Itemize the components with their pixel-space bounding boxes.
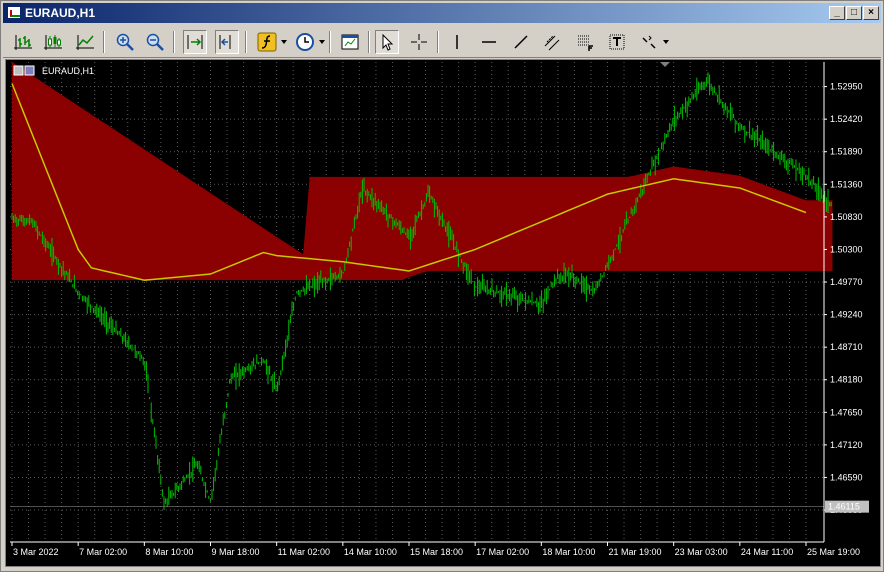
time-tick-label: 11 Mar 02:00	[278, 547, 330, 557]
arrows-icon	[642, 35, 656, 49]
current-price-tag: 1.46115	[825, 500, 869, 513]
text-icon	[609, 34, 625, 50]
time-tick-label: 7 Mar 02:00	[79, 547, 127, 557]
vertical-line-icon	[456, 35, 458, 49]
toolbar-separator	[245, 31, 247, 53]
clock-icon	[296, 33, 314, 51]
trendline-icon	[514, 35, 528, 49]
time-axis-labels: 3 Mar 2022 7 Mar 02:00 8 Mar 10:00 9 Mar 18…	[11, 542, 860, 557]
price-tick-label: 1.50830	[830, 212, 863, 222]
zoom-out-button[interactable]	[143, 30, 167, 54]
channel-icon	[544, 35, 560, 51]
cursor-icon	[382, 33, 394, 51]
symbol-window-icon	[13, 65, 24, 76]
zoom-in-button[interactable]	[113, 30, 137, 54]
toolbar-separator	[173, 31, 175, 53]
auto-scroll-button[interactable]	[183, 30, 207, 54]
title-bar[interactable]: EURAUD,H1 _ □ ×	[3, 3, 881, 23]
chart-grid	[10, 62, 824, 542]
price-tick-label: 1.49770	[830, 277, 863, 287]
indicators-icon	[257, 32, 277, 52]
symbol-label: EURAUD,H1	[13, 65, 94, 76]
chart-toolbar	[3, 26, 881, 58]
chart-shift-marker-icon	[660, 62, 670, 67]
cursor-button[interactable]	[375, 30, 399, 54]
line-chart-button[interactable]	[73, 30, 97, 54]
toolbar-separator	[329, 31, 331, 53]
crosshair-icon	[411, 34, 427, 50]
minimize-button[interactable]: _	[829, 6, 845, 20]
chart-window: EURAUD,H1 _ □ × 1.52950 1.52420 1.51890 …	[0, 0, 884, 572]
periods-button[interactable]	[293, 30, 317, 54]
time-tick-label: 21 Mar 19:00	[609, 547, 662, 557]
templates-icon	[341, 34, 359, 50]
horizontal-line-button[interactable]	[477, 30, 501, 54]
window-title: EURAUD,H1	[25, 6, 96, 20]
price-tick-label: 1.47650	[830, 407, 863, 417]
symbol-flag-icon	[24, 65, 35, 76]
price-tick-label: 1.52420	[830, 114, 863, 124]
time-tick-label: 3 Mar 2022	[13, 547, 59, 557]
auto-scroll-icon	[187, 35, 203, 49]
trendline-button[interactable]	[509, 30, 533, 54]
chart-shift-button[interactable]	[215, 30, 239, 54]
text-button[interactable]	[605, 30, 629, 54]
indicators-dropdown-icon[interactable]	[281, 40, 287, 44]
time-tick-label: 23 Mar 03:00	[675, 547, 728, 557]
candlestick-icon	[44, 35, 62, 50]
templates-button[interactable]	[338, 30, 362, 54]
time-tick-label: 24 Mar 11:00	[741, 547, 793, 557]
chart-area[interactable]: 1.52950 1.52420 1.51890 1.51360 1.50830 1.503…	[5, 59, 881, 567]
price-tick-label: 1.52950	[830, 82, 863, 92]
chart-window-icon	[7, 6, 21, 19]
periods-dropdown-icon[interactable]	[319, 40, 325, 44]
price-tick-label: 1.51890	[830, 147, 863, 157]
candlestick-chart-button[interactable]	[41, 30, 65, 54]
arrows-button[interactable]	[637, 30, 661, 54]
line-chart-icon	[76, 35, 94, 50]
bar-chart-button[interactable]	[11, 30, 35, 54]
close-button[interactable]: ×	[863, 6, 879, 20]
symbol-label-text: EURAUD,H1	[42, 66, 94, 76]
toolbar-separator	[437, 31, 439, 53]
time-tick-label: 25 Mar 19:00	[807, 547, 860, 557]
indicators-button[interactable]	[255, 30, 279, 54]
time-tick-label: 14 Mar 10:00	[344, 547, 397, 557]
restore-button[interactable]: □	[846, 6, 862, 20]
price-tick-label: 1.46590	[830, 472, 863, 482]
arrows-dropdown-icon[interactable]	[663, 40, 669, 44]
zoom-out-icon	[146, 33, 164, 51]
toolbar-separator	[368, 31, 370, 53]
horizontal-line-icon	[482, 41, 496, 43]
current-price-label: 1.46115	[828, 502, 860, 512]
price-tick-label: 1.48180	[830, 375, 863, 385]
vertical-line-button[interactable]	[445, 30, 469, 54]
time-tick-label: 18 Mar 10:00	[542, 547, 595, 557]
price-tick-label: 1.48710	[830, 342, 863, 352]
price-series	[10, 72, 832, 511]
price-chart[interactable]: 1.52950 1.52420 1.51890 1.51360 1.50830 1.503…	[6, 60, 880, 566]
bar-chart-icon	[14, 35, 32, 50]
time-tick-label: 8 Mar 10:00	[145, 547, 193, 557]
price-tick-label: 1.47120	[830, 440, 863, 450]
time-tick-label: 17 Mar 02:00	[476, 547, 529, 557]
toolbar-separator	[103, 31, 105, 53]
time-tick-label: 15 Mar 18:00	[410, 547, 463, 557]
price-tick-label: 1.50300	[830, 244, 863, 254]
price-tick-label: 1.49240	[830, 310, 863, 320]
crosshair-button[interactable]	[407, 30, 431, 54]
chart-shift-icon	[219, 35, 231, 49]
price-tick-label: 1.51360	[830, 179, 863, 189]
zoom-in-icon	[116, 33, 134, 51]
fibonacci-button[interactable]	[573, 30, 597, 54]
price-axis-labels: 1.52950 1.52420 1.51890 1.51360 1.50830 1.503…	[824, 82, 863, 515]
equidistant-channel-button[interactable]	[541, 30, 565, 54]
time-tick-label: 9 Mar 18:00	[212, 547, 260, 557]
fibonacci-icon	[578, 35, 593, 51]
